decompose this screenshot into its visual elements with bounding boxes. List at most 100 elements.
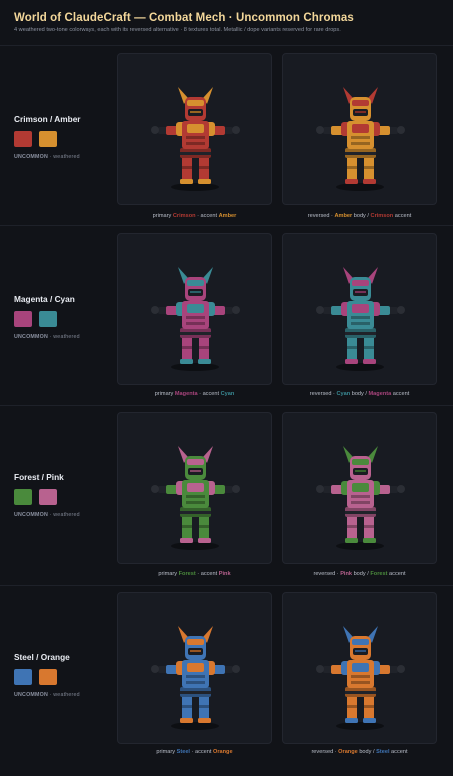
chroma-row: Magenta / Cyan UNCOMMON · weathered prim… [0,225,453,406]
right-hand [397,485,405,493]
chest-plate [352,124,369,133]
chest-plate [187,124,204,133]
ground-shadow [336,722,384,730]
page-header: World of ClaudeCraft — Combat Mech · Unc… [14,12,444,33]
reversed-caption: reversed · Pink body / Forest accent [313,571,406,577]
left-hand [151,665,159,673]
left-knee-band [347,166,357,169]
belt [345,152,376,155]
chroma-row: Crimson / Amber UNCOMMON · weathered pri… [0,45,453,226]
accent-color-swatch [39,131,57,147]
rarity-label: UNCOMMON · weathered [14,334,80,340]
helmet-crest [352,280,369,286]
reversed-caption: reversed · Orange body / Steel accent [311,749,408,755]
right-knee-band [364,525,374,528]
belt [180,152,211,155]
left-foot [180,718,193,723]
reversed-preview-panel[interactable] [282,233,437,385]
left-hand [316,485,324,493]
left-foot [180,359,193,364]
ground-shadow [336,183,384,191]
primary-preview-panel[interactable] [117,53,272,205]
right-knee-band [199,166,209,169]
reversed-preview-panel[interactable] [282,53,437,205]
right-knee-band [364,705,374,708]
ground-shadow [171,183,219,191]
left-knee-band [347,525,357,528]
helmet-crest [187,280,204,286]
ground-shadow [336,542,384,550]
torso-band [186,316,205,319]
reversed-preview-panel[interactable] [282,592,437,744]
right-hand [232,485,240,493]
left-knee-band [347,346,357,349]
primary-preview-panel[interactable] [117,412,272,564]
right-hand [232,126,240,134]
left-foot [345,179,358,184]
right-knee-band [364,166,374,169]
torso-band [351,316,370,319]
torso-band [186,495,205,498]
primary-preview-panel[interactable] [117,592,272,744]
chroma-row: Forest / Pink UNCOMMON · weathered prima… [0,405,453,586]
chroma-name: Magenta / Cyan [14,294,75,304]
torso-band [186,501,205,504]
left-hand [151,306,159,314]
torso-band [351,136,370,139]
torso-band [351,675,370,678]
torso-band [351,681,370,684]
chroma-info: Forest / Pink UNCOMMON · weathered [14,472,109,518]
primary-preview-panel[interactable] [117,233,272,385]
primary-caption: primary Magenta · accent Cyan [154,391,235,397]
mech-model [316,87,405,191]
primary-caption: primary Forest · accent Pink [158,571,231,577]
left-knee-band [347,705,357,708]
torso-band [351,501,370,504]
mech-model [151,87,240,191]
accent-color-swatch [39,489,57,505]
belt [180,511,211,514]
left-hand [316,306,324,314]
right-knee-band [199,525,209,528]
primary-color-swatch [14,131,32,147]
helmet-crest [352,100,369,106]
mech-model [316,267,405,371]
chest-plate [187,304,204,313]
visor-glint [355,111,366,113]
belt [180,332,211,335]
mech-model [151,446,240,550]
chest-plate [187,483,204,492]
left-knee-band [182,525,192,528]
right-hand [232,665,240,673]
right-foot [198,359,211,364]
visor-glint [190,470,201,472]
left-hand [151,485,159,493]
primary-caption: primary Steel · accent Orange [156,749,233,755]
chest-plate [352,304,369,313]
ground-shadow [171,722,219,730]
primary-color-swatch [14,669,32,685]
right-foot [198,718,211,723]
reversed-preview-panel[interactable] [282,412,437,564]
chroma-name: Steel / Orange [14,652,70,662]
right-knee-band [364,346,374,349]
helmet-crest [352,459,369,465]
torso-band [186,675,205,678]
right-foot [363,718,376,723]
left-hand [316,665,324,673]
chroma-name: Forest / Pink [14,472,64,482]
mech-model [151,267,240,371]
right-foot [363,538,376,543]
left-hand [316,126,324,134]
visor-glint [355,470,366,472]
left-knee-band [182,705,192,708]
helmet-crest [352,639,369,645]
left-foot [180,538,193,543]
belt [345,691,376,694]
torso-band [186,136,205,139]
page-subtitle: 4 weathered two-tone colorways, each wit… [14,27,341,33]
rarity-label: UNCOMMON · weathered [14,154,80,160]
reversed-caption: reversed · Amber body / Crimson accent [307,213,412,219]
chest-plate [352,663,369,672]
visor-glint [190,111,201,113]
